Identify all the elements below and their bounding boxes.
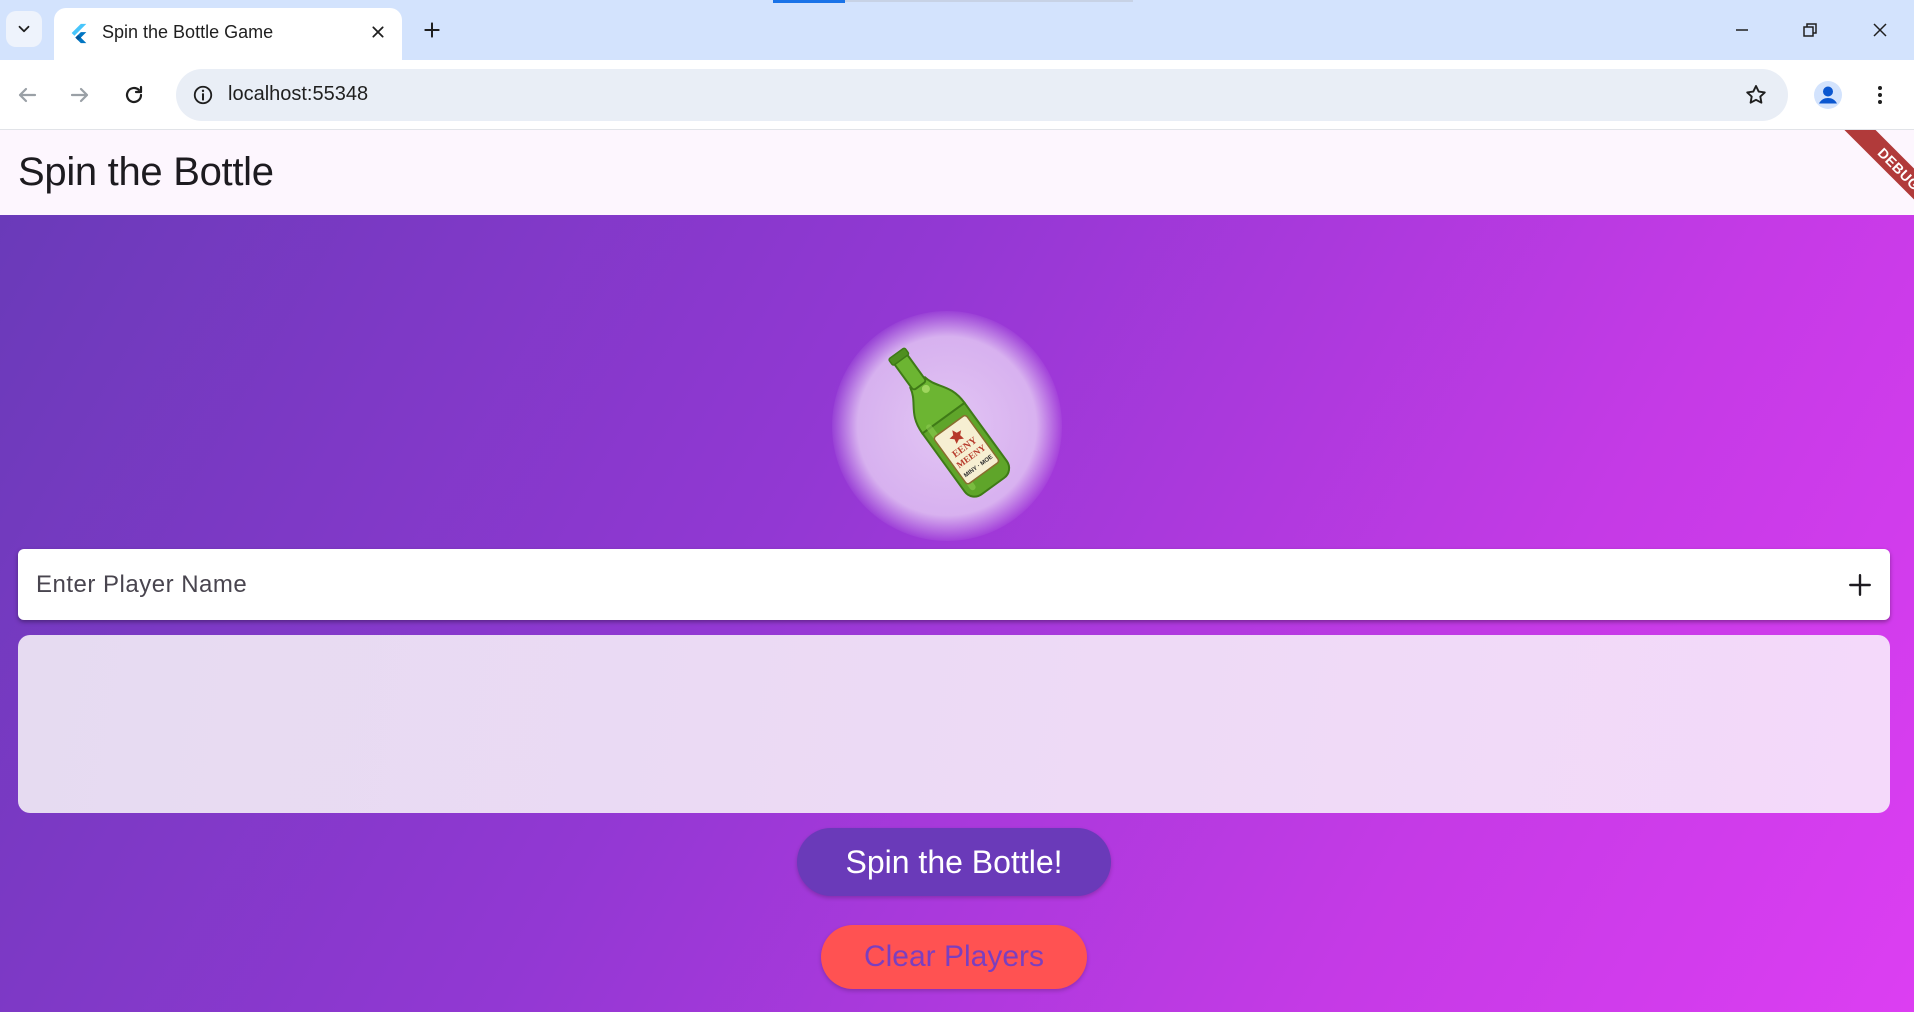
browser-toolbar: localhost:55348 <box>0 60 1914 130</box>
page-title: Spin the Bottle <box>18 150 274 194</box>
bottle-image[interactable]: EENY MEENY MINY · MOE <box>832 311 1062 541</box>
arrow-left-icon <box>18 87 37 103</box>
profile-button[interactable] <box>1808 75 1848 115</box>
star-icon <box>1746 85 1766 104</box>
loading-track <box>845 0 1133 2</box>
browser-tabstrip: Spin the Bottle Game <box>0 0 1914 60</box>
loading-indicator <box>773 0 845 3</box>
restore-window-button[interactable] <box>1782 8 1838 52</box>
app-bar: Spin the Bottle <box>0 130 1914 215</box>
player-name-input[interactable] <box>36 549 1816 620</box>
minimize-icon <box>1736 29 1748 31</box>
url-text[interactable]: localhost:55348 <box>228 83 368 106</box>
minimize-window-button[interactable] <box>1714 8 1770 52</box>
flutter-icon <box>71 23 87 44</box>
spin-bottle-button[interactable]: Spin the Bottle! <box>797 828 1111 896</box>
back-button[interactable] <box>7 75 47 115</box>
plus-icon <box>1849 574 1871 596</box>
reload-button[interactable] <box>114 75 154 115</box>
plus-icon <box>424 22 440 38</box>
players-list <box>18 635 1890 813</box>
clear-players-button[interactable]: Clear Players <box>821 925 1087 989</box>
forward-button[interactable] <box>60 75 100 115</box>
arrow-right-icon <box>70 87 89 103</box>
tab-search-button[interactable] <box>6 11 42 47</box>
vertical-dots-icon <box>1878 86 1882 104</box>
add-player-button[interactable] <box>1838 563 1882 607</box>
close-window-button[interactable] <box>1852 8 1908 52</box>
browser-menu-button[interactable] <box>1862 75 1898 115</box>
new-tab-button[interactable] <box>414 12 450 48</box>
person-icon <box>1814 81 1842 109</box>
reload-icon <box>125 85 143 104</box>
app-viewport: Spin the Bottle DEBUG EENY MEENY MINY · … <box>0 130 1914 1012</box>
player-name-field[interactable] <box>18 549 1890 620</box>
chevron-down-icon <box>18 25 30 33</box>
browser-tab-active[interactable]: Spin the Bottle Game <box>54 8 402 60</box>
address-bar[interactable]: localhost:55348 <box>176 69 1788 121</box>
close-icon <box>372 26 384 38</box>
site-info-button[interactable] <box>186 78 220 112</box>
restore-icon <box>1803 23 1817 37</box>
bookmark-button[interactable] <box>1738 77 1774 113</box>
game-background: EENY MEENY MINY · MOE Spin the Bottle! C… <box>0 215 1914 1012</box>
close-icon <box>1873 23 1887 37</box>
tab-close-button[interactable] <box>364 18 392 46</box>
info-icon <box>193 85 213 105</box>
tab-title: Spin the Bottle Game <box>102 22 274 42</box>
